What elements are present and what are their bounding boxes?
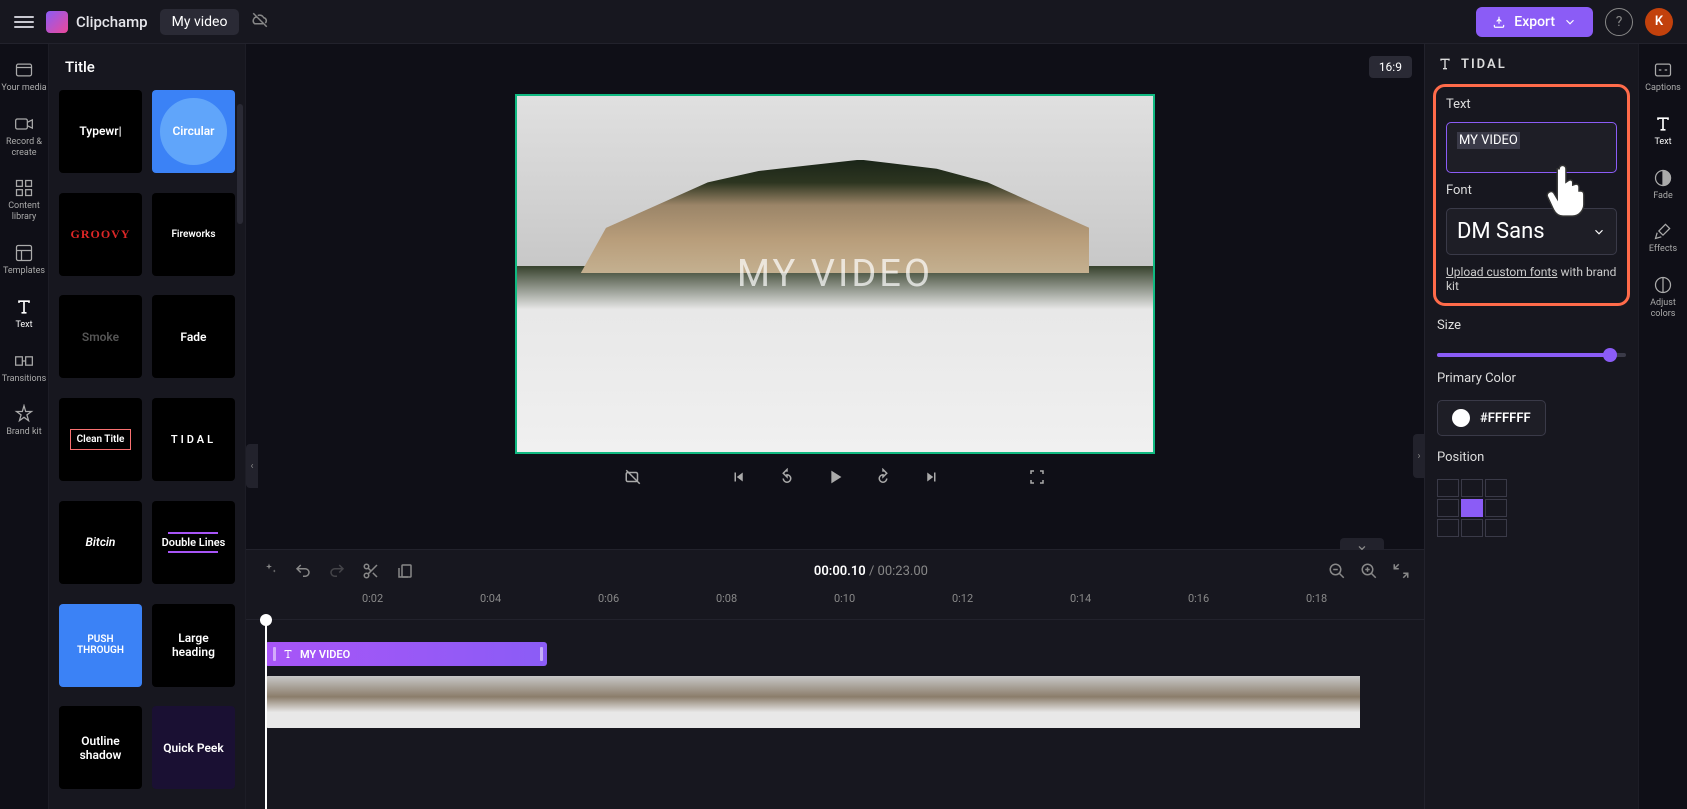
size-slider[interactable] (1437, 353, 1626, 357)
color-label: Primary Color (1437, 371, 1626, 386)
app-name: Clipchamp (76, 13, 148, 31)
titles-panel: Title Typewr| Circular GROOVY Fireworks … (49, 44, 246, 809)
redo-icon[interactable] (328, 562, 346, 580)
titles-grid: Typewr| Circular GROOVY Fireworks Smoke … (49, 90, 245, 809)
pos-tc[interactable] (1461, 479, 1483, 497)
upload-fonts-link[interactable]: Upload custom fonts with brand kit (1446, 265, 1617, 293)
project-name[interactable]: My video (160, 9, 240, 35)
preview-area: 16:9 MY VIDEO (246, 44, 1424, 549)
title-outline-shadow[interactable]: Outline shadow (59, 706, 142, 789)
fit-icon[interactable] (1392, 562, 1410, 580)
zoom-out-icon[interactable] (1328, 562, 1346, 580)
canvas-overlay-text: MY VIDEO (737, 252, 933, 296)
color-swatch (1452, 409, 1470, 427)
font-select[interactable]: DM Sans (1446, 208, 1617, 255)
title-fade[interactable]: Fade (152, 295, 235, 378)
color-picker[interactable]: #FFFFFF (1437, 400, 1546, 436)
title-smoke[interactable]: Smoke (59, 295, 142, 378)
play-icon[interactable] (824, 466, 846, 488)
title-large-heading[interactable]: Large heading (152, 604, 235, 687)
skip-back-icon[interactable] (728, 466, 750, 488)
title-double-lines[interactable]: Double Lines (152, 501, 235, 584)
rewind-icon[interactable] (776, 466, 798, 488)
title-bitcn[interactable]: Bitcin (59, 501, 142, 584)
nav-adjust-colors[interactable]: Adjust colors (1639, 267, 1687, 328)
center-area: ‹ 16:9 MY VIDEO ⌄ (246, 44, 1424, 809)
nav-content-library[interactable]: Content library (0, 170, 48, 231)
pos-tr[interactable] (1485, 479, 1507, 497)
nav-transitions[interactable]: Transitions (0, 343, 48, 393)
camera-off-icon[interactable] (622, 466, 644, 488)
undo-icon[interactable] (294, 562, 312, 580)
menu-icon[interactable] (14, 12, 34, 32)
panel-type-header: TIDAL (1437, 56, 1626, 72)
panel-title: Title (49, 44, 245, 90)
forward-icon[interactable] (872, 466, 894, 488)
scrollbar[interactable] (237, 104, 243, 224)
scissors-icon[interactable] (362, 562, 380, 580)
position-grid (1437, 479, 1626, 537)
chevron-down-icon (1592, 225, 1606, 239)
timeline: ⌄ 00:00.10 / 00:23.00 (246, 549, 1424, 809)
skip-forward-icon[interactable] (920, 466, 942, 488)
title-tidal[interactable]: TIDAL (152, 398, 235, 481)
app-logo[interactable]: Clipchamp (46, 11, 148, 33)
nav-text[interactable]: Text (0, 289, 48, 339)
right-iconbar: Captions Text Fade Effects Adjust colors (1638, 44, 1687, 809)
title-push-through[interactable]: PUSH THROUGH (59, 604, 142, 687)
pos-bc[interactable] (1461, 519, 1483, 537)
highlighted-section: Text MY VIDEO Font DM Sans Upload custom… (1433, 84, 1630, 306)
aspect-badge[interactable]: 16:9 (1369, 56, 1412, 78)
left-iconbar: Your media Record & create Content libra… (0, 44, 49, 809)
nav-fade[interactable]: Fade (1639, 160, 1687, 210)
title-circular[interactable]: Circular (152, 90, 235, 173)
title-quick-peek[interactable]: Quick Peek (152, 706, 235, 789)
font-label: Font (1446, 183, 1617, 198)
collapse-right-icon[interactable]: › (1413, 434, 1425, 478)
nav-text-props[interactable]: Text (1639, 106, 1687, 156)
nav-brand-kit[interactable]: Brand kit (0, 396, 48, 446)
cloud-off-icon[interactable] (251, 11, 269, 33)
video-clip[interactable] (265, 676, 1424, 728)
size-label: Size (1437, 318, 1626, 333)
pos-mc[interactable] (1461, 499, 1483, 517)
position-label: Position (1437, 450, 1626, 465)
timeline-expand-icon[interactable]: ⌄ (1340, 538, 1384, 550)
zoom-in-icon[interactable] (1360, 562, 1378, 580)
logo-icon (46, 11, 68, 33)
timeline-tracks[interactable]: MY VIDEO (246, 620, 1424, 809)
text-input[interactable]: MY VIDEO (1446, 122, 1617, 173)
text-label: Text (1446, 97, 1617, 112)
pos-br[interactable] (1485, 519, 1507, 537)
title-clean[interactable]: Clean Title (59, 398, 142, 481)
fullscreen-icon[interactable] (1026, 466, 1048, 488)
playhead[interactable] (265, 620, 267, 809)
title-fireworks[interactable]: Fireworks (152, 193, 235, 276)
nav-effects[interactable]: Effects (1639, 213, 1687, 263)
magic-icon[interactable] (260, 562, 278, 580)
clipboard-icon[interactable] (396, 562, 414, 580)
pos-tl[interactable] (1437, 479, 1459, 497)
nav-captions[interactable]: Captions (1639, 52, 1687, 102)
title-groovy[interactable]: GROOVY (59, 193, 142, 276)
text-clip[interactable]: MY VIDEO (265, 642, 547, 666)
timeline-ruler[interactable]: 0:02 0:04 0:06 0:08 0:10 0:12 0:14 0:16 … (246, 592, 1424, 620)
help-icon[interactable]: ? (1605, 8, 1633, 36)
text-icon (1437, 56, 1453, 72)
nav-record[interactable]: Record & create (0, 106, 48, 167)
pos-mr[interactable] (1485, 499, 1507, 517)
export-button[interactable]: Export (1476, 7, 1593, 37)
pos-ml[interactable] (1437, 499, 1459, 517)
avatar[interactable]: K (1645, 8, 1673, 36)
nav-your-media[interactable]: Your media (0, 52, 48, 102)
text-icon (282, 648, 294, 660)
timeline-time: 00:00.10 / 00:23.00 (430, 564, 1312, 579)
title-typewriter[interactable]: Typewr| (59, 90, 142, 173)
video-canvas[interactable]: MY VIDEO (515, 94, 1155, 454)
topbar: Clipchamp My video Export ? K (0, 0, 1687, 44)
properties-panel: › TIDAL Text MY VIDEO Font DM Sans Uploa… (1424, 44, 1638, 809)
nav-templates[interactable]: Templates (0, 235, 48, 285)
pos-bl[interactable] (1437, 519, 1459, 537)
